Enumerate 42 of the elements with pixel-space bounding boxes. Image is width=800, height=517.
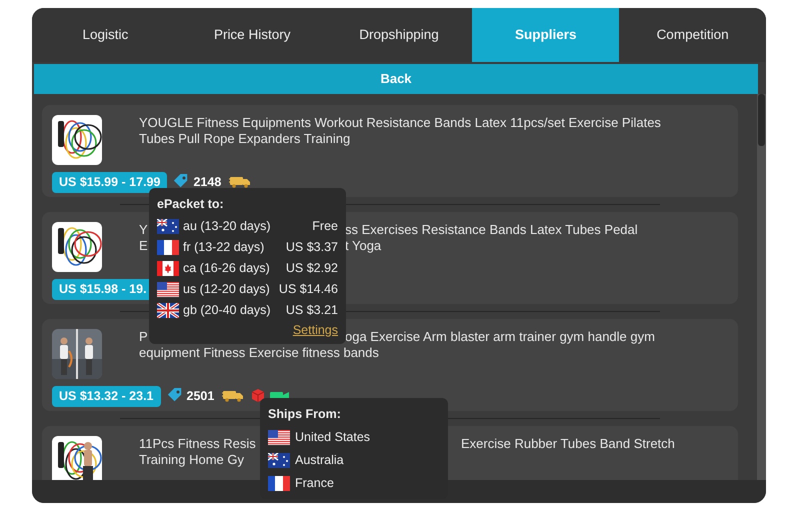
shipping-price: US $14.46 — [278, 280, 338, 298]
product-title[interactable]: YOUGLE Fitness Equipments Workout Resistance Bands Latex 11pcs/set Exercise Pilates — [139, 115, 661, 130]
shipping-price: US $3.21 — [286, 302, 338, 319]
destination-label: us (12-20 days) — [183, 280, 270, 298]
price-badge: US $15.99 - 17.99 — [52, 172, 168, 193]
price-badge: US $13.32 - 23.1 — [52, 386, 161, 407]
flag-icon — [157, 302, 179, 318]
product-title[interactable]: E — [139, 238, 148, 252]
product-title[interactable]: Y — [139, 222, 148, 237]
destination-label: gb (20-40 days) — [183, 302, 271, 319]
settings-link[interactable]: Settings — [292, 320, 338, 340]
shipping-price: Free — [312, 218, 338, 235]
flag-icon — [268, 476, 290, 491]
flag-icon — [157, 218, 179, 234]
order-count: 2148 — [193, 174, 222, 191]
product-title[interactable]: P — [139, 329, 148, 344]
destination-label: fr (13-22 days) — [183, 238, 264, 256]
destination-label: France — [295, 474, 334, 492]
product-title[interactable]: oga Exercise Arm blaster arm trainer gym handle gym — [345, 329, 655, 344]
truck-icon — [222, 388, 244, 404]
product-title[interactable]: Tubes Pull Rope Expanders Training — [139, 130, 350, 146]
destination-label: au (13-20 days) — [183, 218, 271, 235]
shipping-price: US $2.92 — [286, 260, 338, 277]
product-title[interactable]: ss Exercises Resistance Bands Latex Tubes Pedal — [345, 222, 638, 238]
destination-label: Australia — [295, 452, 344, 469]
flag-icon — [157, 282, 179, 297]
destination-label: United States — [295, 428, 370, 446]
truck-icon — [229, 174, 252, 190]
product-title[interactable]: Training Home Gy — [139, 452, 244, 466]
flag-icon — [268, 430, 290, 445]
product-title[interactable]: Exercise Rubber Tubes Band Stretch — [461, 436, 675, 452]
flag-icon — [157, 240, 179, 255]
scrollbar[interactable] — [757, 94, 766, 480]
order-count: 2501 — [186, 388, 214, 405]
popup-title: ePacket to: — [157, 196, 225, 213]
flag-icon — [157, 260, 179, 276]
flag-icon — [268, 452, 290, 468]
destination-label: ca (16-26 days) — [183, 260, 270, 277]
product-title[interactable]: 11Pcs Fitness Resis — [139, 436, 256, 451]
product-title[interactable]: equipment Fitness Exercise fitness bands — [139, 344, 379, 360]
shipping-price: US $3.37 — [286, 238, 338, 256]
popup-title: Ships From: — [268, 406, 342, 423]
